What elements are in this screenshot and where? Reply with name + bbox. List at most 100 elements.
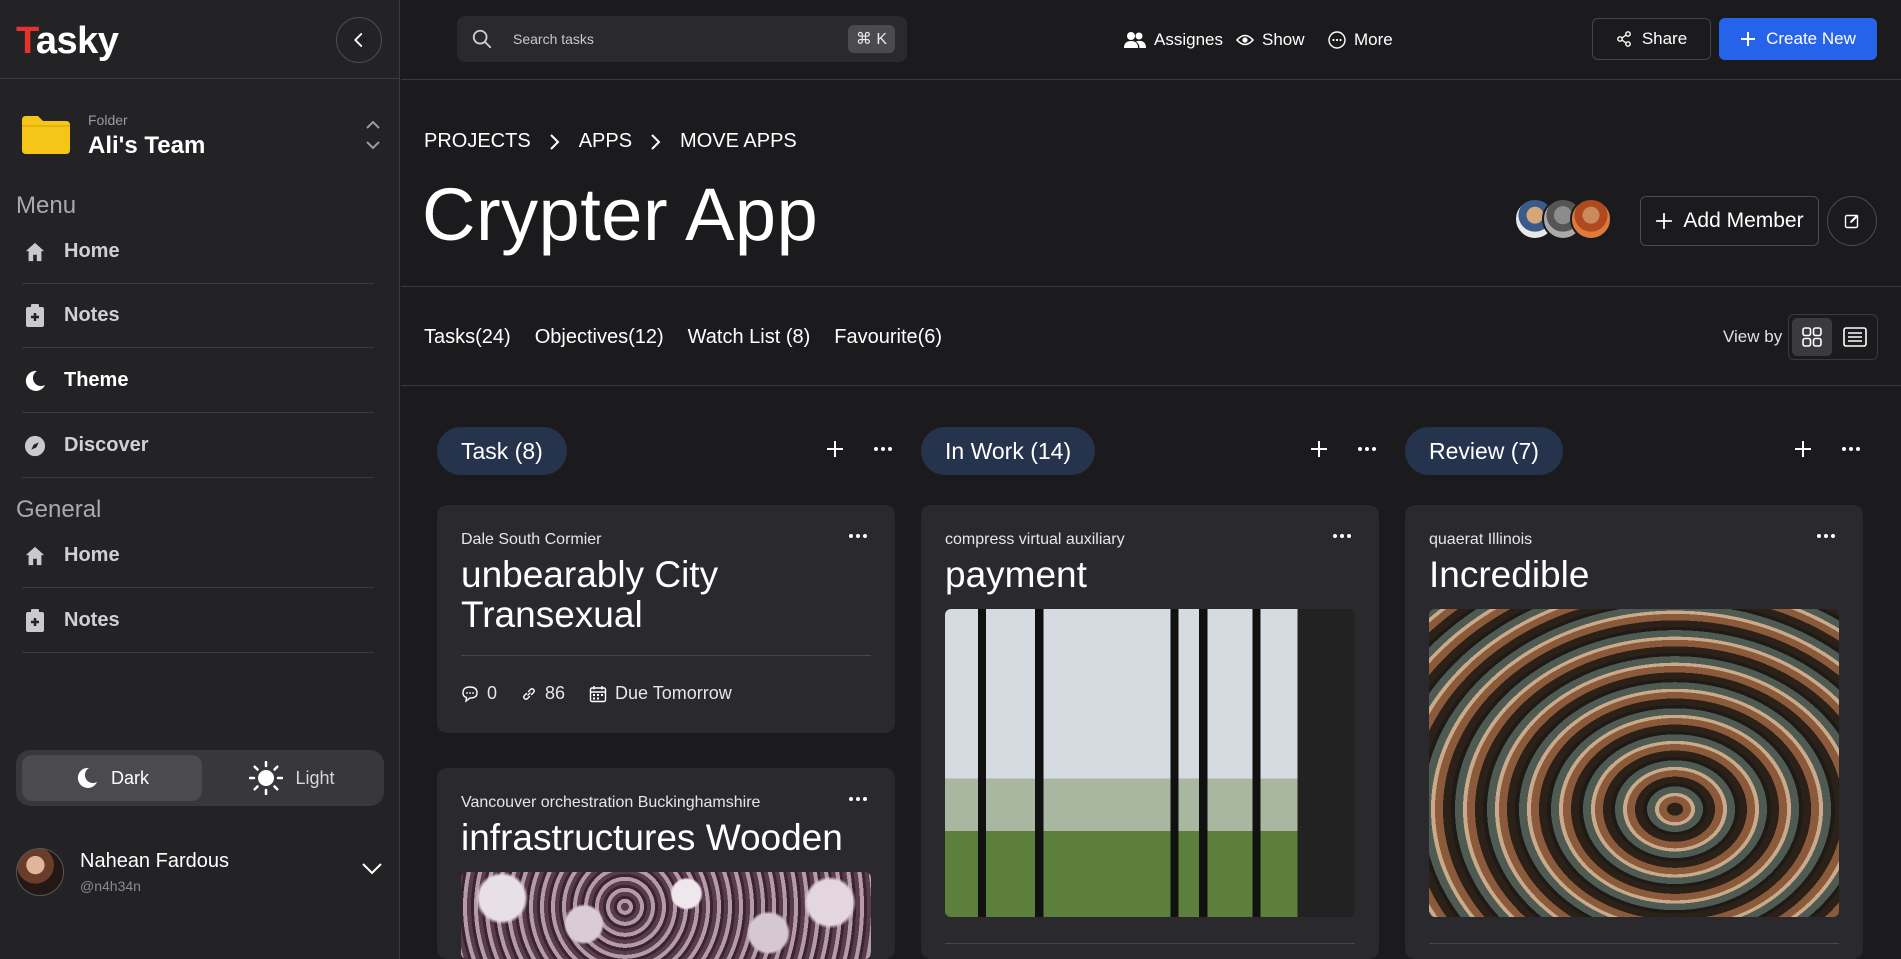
list-view-button[interactable] (1835, 318, 1875, 356)
more-horizontal-icon[interactable] (1839, 437, 1863, 461)
show-button[interactable]: Show (1236, 28, 1305, 52)
more-horizontal-icon[interactable] (847, 792, 869, 806)
calendar-icon (589, 685, 607, 702)
task-card[interactable]: Vancouver orchestration Buckinghamshire … (437, 768, 895, 959)
card-divider (1429, 943, 1839, 944)
theme-dark-label: Dark (110, 767, 149, 788)
sun-icon (249, 761, 284, 795)
folder-switcher[interactable]: Folder Ali's Team (0, 100, 400, 170)
share-label: Share (1641, 29, 1688, 48)
more-horizontal-icon[interactable] (847, 529, 869, 543)
search-box: ⌘ K (457, 16, 907, 62)
list-icon (1843, 327, 1867, 347)
edit-icon (1844, 214, 1859, 229)
more-horizontal-icon[interactable] (1331, 529, 1353, 543)
chevron-left-icon (354, 33, 363, 47)
tab-watch-list[interactable]: Watch List (8) (688, 326, 811, 349)
plus-icon[interactable] (823, 437, 847, 461)
links-value: 86 (545, 683, 566, 703)
card-title: Incredible (1429, 554, 1590, 595)
breadcrumb-move-apps[interactable]: MOVE APPS (680, 130, 797, 153)
share-button[interactable]: Share (1592, 18, 1711, 60)
links-count: 86 (521, 683, 565, 704)
task-card[interactable]: quaerat Illinois Incredible (1405, 505, 1863, 959)
show-label: Show (1262, 30, 1305, 49)
app-logo[interactable]: Tasky (16, 20, 119, 63)
card-image (1429, 609, 1839, 917)
due-value: Due Tomorrow (615, 683, 732, 703)
breadcrumb: PROJECTS APPS MOVE APPS (424, 130, 797, 153)
chevron-up-down-icon[interactable] (364, 116, 382, 154)
project-tabs: Tasks(24) Objectives(12) Watch List (8) … (424, 326, 942, 349)
breadcrumb-apps[interactable]: APPS (579, 130, 632, 153)
task-card[interactable]: compress virtual auxiliary payment (921, 505, 1379, 959)
notes-icon (22, 303, 48, 329)
sidebar-item-discover[interactable]: Discover (22, 414, 374, 478)
tabs-divider (401, 385, 1901, 386)
sidebar-item-home[interactable]: Home (22, 220, 374, 284)
card-divider (461, 655, 871, 656)
tab-tasks[interactable]: Tasks(24) (424, 326, 511, 349)
create-new-label: Create New (1766, 29, 1856, 48)
card-title: unbearably City Transexual (461, 554, 719, 635)
chevron-right-icon (651, 133, 661, 150)
more-horizontal-icon[interactable] (1355, 437, 1379, 461)
view-toggle (1788, 314, 1878, 360)
assignees-button[interactable]: Assignes (1124, 28, 1223, 52)
plus-icon[interactable] (1307, 437, 1331, 461)
more-horizontal-icon[interactable] (871, 437, 895, 461)
chevron-down-icon[interactable] (360, 856, 384, 880)
board-column-task: Task (8) Dale South Cormier unbearably C… (437, 427, 895, 959)
add-member-button[interactable]: Add Member (1640, 196, 1819, 246)
link-icon (523, 687, 535, 700)
header-divider (401, 286, 1901, 287)
more-label: More (1354, 30, 1393, 49)
more-button[interactable]: More (1328, 28, 1393, 52)
task-card[interactable]: Dale South Cormier unbearably City Trans… (437, 505, 895, 733)
tab-favourite[interactable]: Favourite(6) (834, 326, 942, 349)
grid-icon (1802, 327, 1822, 347)
more-horizontal-icon[interactable] (1815, 529, 1837, 543)
moon-icon (77, 767, 97, 788)
sidebar-item-home-general[interactable]: Home (22, 524, 374, 588)
grid-view-button[interactable] (1792, 318, 1832, 356)
home-icon (22, 543, 48, 569)
sidebar-item-theme[interactable]: Theme (22, 349, 374, 413)
user-profile[interactable]: Nahean Fardous @n4h34n (0, 838, 400, 902)
plus-icon (1656, 213, 1673, 229)
theme-toggle: Dark Light (16, 750, 384, 806)
folder-name: Ali's Team (88, 132, 206, 159)
breadcrumb-projects[interactable]: PROJECTS (424, 130, 531, 153)
card-divider (945, 943, 1355, 944)
create-new-button[interactable]: Create New (1719, 18, 1877, 60)
add-member-label: Add Member (1683, 209, 1804, 232)
board-column-review: Review (7) quaerat Illinois Incredible (1405, 427, 1863, 959)
sidebar-item-notes[interactable]: Notes (22, 284, 374, 348)
search-shortcut-badge: ⌘ K (847, 25, 895, 53)
edit-project-button[interactable] (1827, 196, 1877, 246)
card-subtitle: Dale South Cormier (461, 531, 602, 548)
sidebar-item-label: Discover (64, 434, 149, 456)
search-input[interactable] (513, 16, 813, 62)
moon-icon (22, 368, 48, 394)
avatar (1570, 198, 1612, 240)
comments-value: 0 (487, 683, 498, 703)
chevron-right-icon (549, 133, 560, 150)
logo-text: asky (35, 20, 119, 62)
notes-icon (22, 608, 48, 634)
top-bar: ⌘ K Assignes Show More Share Create New (401, 0, 1901, 80)
sidebar-item-notes-general[interactable]: Notes (22, 589, 374, 653)
column-title: In Work (14) (921, 427, 1096, 475)
sidebar-item-label: Home (64, 240, 120, 262)
theme-dark-button[interactable]: Dark (22, 755, 202, 801)
user-name: Nahean Fardous (80, 850, 229, 872)
plus-icon[interactable] (1791, 437, 1815, 461)
tab-objectives[interactable]: Objectives(12) (535, 326, 664, 349)
card-subtitle: compress virtual auxiliary (945, 531, 1125, 548)
member-avatars[interactable] (1514, 198, 1614, 242)
share-icon (1616, 31, 1631, 47)
collapse-sidebar-button[interactable] (336, 17, 382, 63)
home-icon (22, 239, 48, 265)
theme-light-button[interactable]: Light (206, 755, 378, 801)
more-circle-icon (1328, 31, 1346, 49)
